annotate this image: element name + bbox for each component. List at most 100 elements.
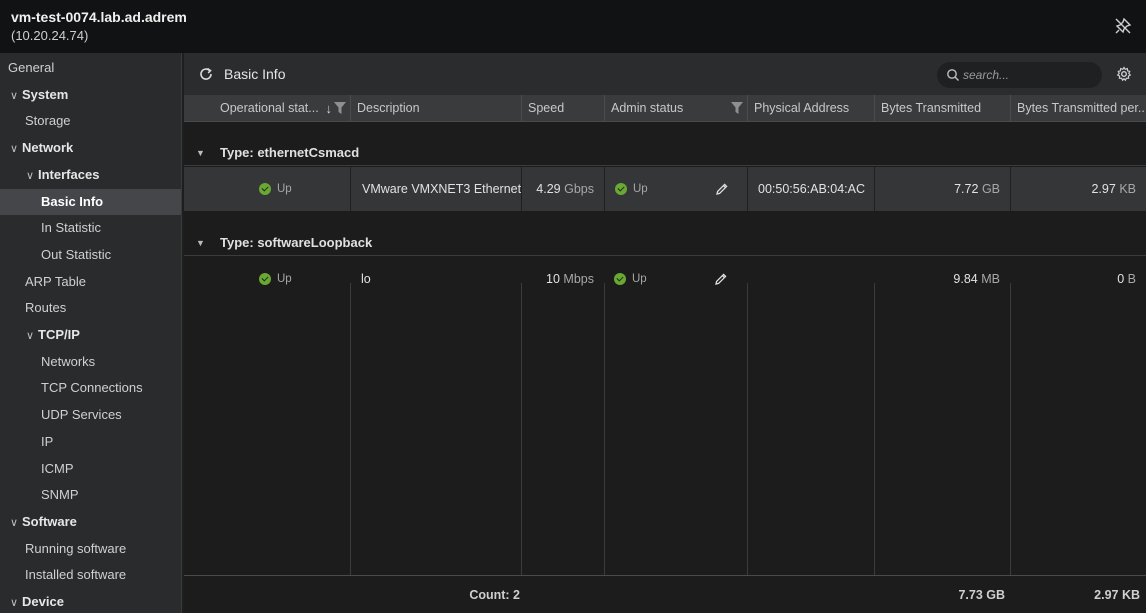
filter-icon[interactable] [731, 102, 743, 114]
operational-status-cell: Up [184, 257, 350, 301]
sidebar-item-label: Software [22, 513, 77, 529]
sidebar-item-udp-services[interactable]: UDP Services [0, 402, 181, 428]
column-divider [874, 283, 875, 575]
sidebar-item-label: Storage [25, 113, 71, 129]
status-ok-icon [614, 273, 626, 285]
table-row[interactable]: UpVMware VMXNET3 Ethernet Controller4.29… [184, 167, 1146, 211]
sidebar-item-basic-info[interactable]: Basic Info [0, 188, 181, 215]
column-divider [604, 283, 605, 575]
gear-icon[interactable] [1116, 66, 1132, 82]
bytes-transmitted-cell: 7.72 GB [874, 167, 1010, 211]
column-header-label: Physical Address [754, 101, 850, 115]
sidebar-item-tcp-ip[interactable]: ∨ TCP/IP [0, 322, 181, 349]
table-row[interactable]: Up lo 10 Mbps Up 9.84 MB 0 B [184, 257, 1146, 301]
chevron-down-icon[interactable]: ∨ [24, 323, 36, 349]
edit-pencil-icon[interactable] [715, 182, 729, 196]
sidebar-item-label: Routes [25, 300, 67, 316]
table-header: Operational stat... ↓ Description Speed Admi… [184, 95, 1146, 122]
search-box [937, 62, 1102, 88]
column-divider [747, 283, 748, 575]
sidebar-item-device[interactable]: ∨ Device [0, 589, 181, 613]
sidebar-item-general[interactable]: General [0, 55, 181, 81]
sidebar-item-label: IP [41, 433, 54, 449]
bytes-transmitted-total: 7.73 GB [958, 588, 1005, 602]
sidebar-item-label: SNMP [41, 487, 79, 503]
column-header-4[interactable]: Physical Address [747, 95, 874, 122]
admin-status-cell: Up [604, 167, 747, 211]
device-ip: (10.20.24.74) [11, 28, 89, 43]
toolbar: Basic Info [184, 53, 1146, 95]
sidebar-item-label: ICMP [41, 460, 74, 476]
sidebar-item-label: TCP Connections [41, 380, 143, 396]
sidebar-item-storage[interactable]: Storage [0, 108, 181, 134]
sort-descending-icon[interactable]: ↓ [326, 95, 333, 122]
sidebar-item-label: Interfaces [38, 166, 100, 182]
sidebar-item-interfaces[interactable]: ∨ Interfaces [0, 162, 181, 189]
column-divider [1010, 283, 1011, 575]
sidebar-item-arp-table[interactable]: ARP Table [0, 269, 181, 295]
sidebar-item-icmp[interactable]: ICMP [0, 456, 181, 482]
bytes-transmitted-unit: GB [981, 182, 1000, 196]
unpin-icon[interactable] [1114, 17, 1132, 35]
sidebar-item-label: Basic Info [41, 193, 104, 209]
chevron-down-icon[interactable]: ∨ [8, 83, 20, 109]
description-cell: lo [350, 257, 521, 301]
sidebar-item-network[interactable]: ∨ Network [0, 135, 181, 162]
chevron-down-icon[interactable]: ∨ [8, 590, 20, 613]
physical-address-cell: 00:50:56:AB:04:AC [747, 167, 874, 211]
description-text: VMware VMXNET3 Ethernet Controller [362, 182, 521, 196]
chevron-down-icon[interactable]: ∨ [8, 136, 20, 162]
sidebar-item-routes[interactable]: Routes [0, 295, 181, 321]
group-header[interactable]: ▼ Type: ethernetCsmacd [184, 140, 1146, 166]
column-header-3[interactable]: Admin status [604, 95, 747, 122]
group-header[interactable]: ▼ Type: softwareLoopback [184, 230, 1146, 256]
chevron-down-icon[interactable]: ∨ [8, 510, 20, 536]
bytes-transmitted-per-unit: KB [1119, 182, 1136, 196]
device-hostname: vm-test-0074.lab.ad.adrem [11, 9, 187, 25]
speed-value: 4.29 [536, 182, 561, 196]
status-text: Up [633, 183, 648, 195]
physical-address-text: 00:50:56:AB:04:AC [758, 182, 866, 196]
column-header-label: Operational stat... [220, 101, 319, 115]
refresh-icon[interactable] [198, 66, 214, 82]
filter-icon[interactable] [334, 102, 346, 114]
status-ok-icon [259, 183, 271, 195]
collapse-icon[interactable]: ▼ [196, 230, 205, 256]
sidebar-item-ip[interactable]: IP [0, 429, 181, 455]
speed-unit: Mbps [563, 272, 594, 286]
column-header-0[interactable]: Operational stat... ↓ [214, 95, 350, 122]
sidebar-item-out-statistic[interactable]: Out Statistic [0, 242, 181, 268]
status-badge: Up [259, 167, 292, 211]
bytes-transmitted-per-value: 0 [1117, 272, 1125, 286]
speed-unit: Gbps [564, 182, 594, 196]
bytes-transmitted-per-cell: 0 B [1010, 257, 1146, 301]
admin-status-cell: Up [604, 257, 747, 301]
speed-cell: 4.29 Gbps [521, 167, 604, 211]
bytes-transmitted-per-cell: 2.97 KB [1010, 167, 1146, 211]
status-badge: Up [615, 167, 648, 211]
search-input[interactable] [963, 66, 1093, 84]
status-badge: Up [259, 257, 292, 301]
column-header-6[interactable]: Bytes Transmitted per... [1010, 95, 1146, 122]
operational-status-cell: Up [184, 167, 350, 211]
sidebar-item-tcp-connections[interactable]: TCP Connections [0, 375, 181, 401]
sidebar-item-networks[interactable]: Networks [0, 349, 181, 375]
column-header-2[interactable]: Speed [521, 95, 604, 122]
sidebar-item-system[interactable]: ∨ System [0, 82, 181, 109]
column-header-5[interactable]: Bytes Transmitted [874, 95, 1010, 122]
sidebar-item-snmp[interactable]: SNMP [0, 482, 181, 508]
column-divider [350, 283, 351, 575]
sidebar-item-software[interactable]: ∨ Software [0, 509, 181, 536]
bytes-transmitted-value: 9.84 [953, 272, 978, 286]
column-header-label: Admin status [611, 101, 684, 115]
sidebar-item-in-statistic[interactable]: In Statistic [0, 215, 181, 241]
edit-pencil-icon[interactable] [714, 272, 728, 286]
sidebar-item-label: Installed software [25, 567, 127, 583]
sidebar-item-running-software[interactable]: Running software [0, 536, 181, 562]
row-count: Count: 2 [469, 588, 520, 602]
sidebar-item-label: Network [22, 140, 74, 156]
sidebar-item-installed-software[interactable]: Installed software [0, 562, 181, 588]
chevron-down-icon[interactable]: ∨ [24, 163, 36, 189]
collapse-icon[interactable]: ▼ [196, 140, 205, 166]
column-header-1[interactable]: Description [350, 95, 521, 122]
